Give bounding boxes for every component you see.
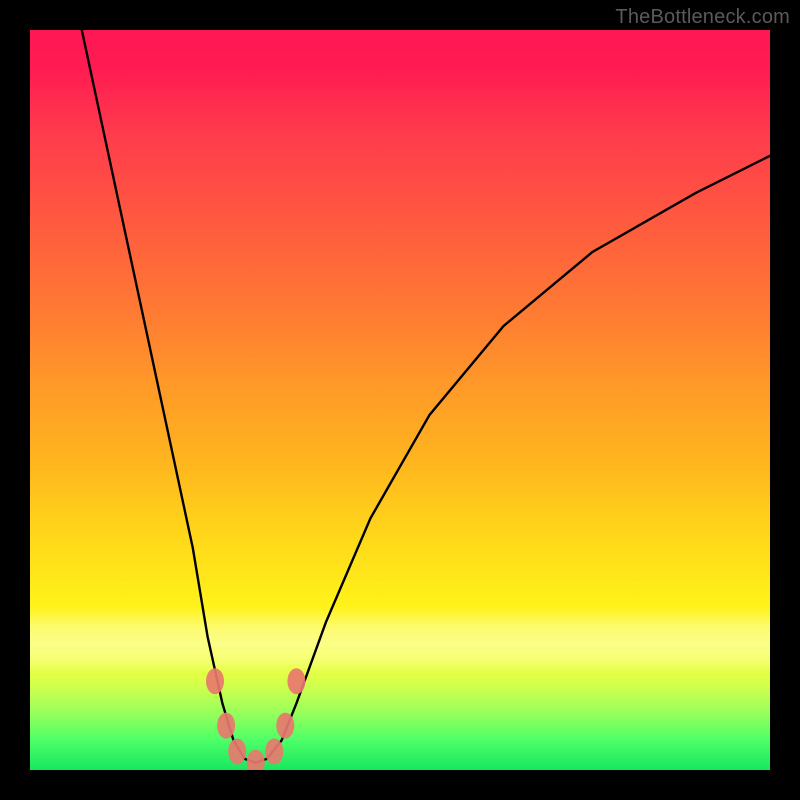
curve-markers: [206, 668, 305, 770]
curve-marker: [287, 668, 305, 694]
curve-marker: [217, 713, 235, 739]
curve-marker: [206, 668, 224, 694]
curve-marker: [228, 739, 246, 765]
chart-frame: TheBottleneck.com: [0, 0, 800, 800]
bottleneck-curve: [82, 30, 770, 763]
plot-area: [30, 30, 770, 770]
highlight-band: [30, 607, 770, 674]
curve-marker: [247, 750, 265, 770]
curve-layer: [30, 30, 770, 770]
watermark-label: TheBottleneck.com: [615, 6, 790, 29]
curve-marker: [276, 713, 294, 739]
curve-marker: [265, 739, 283, 765]
